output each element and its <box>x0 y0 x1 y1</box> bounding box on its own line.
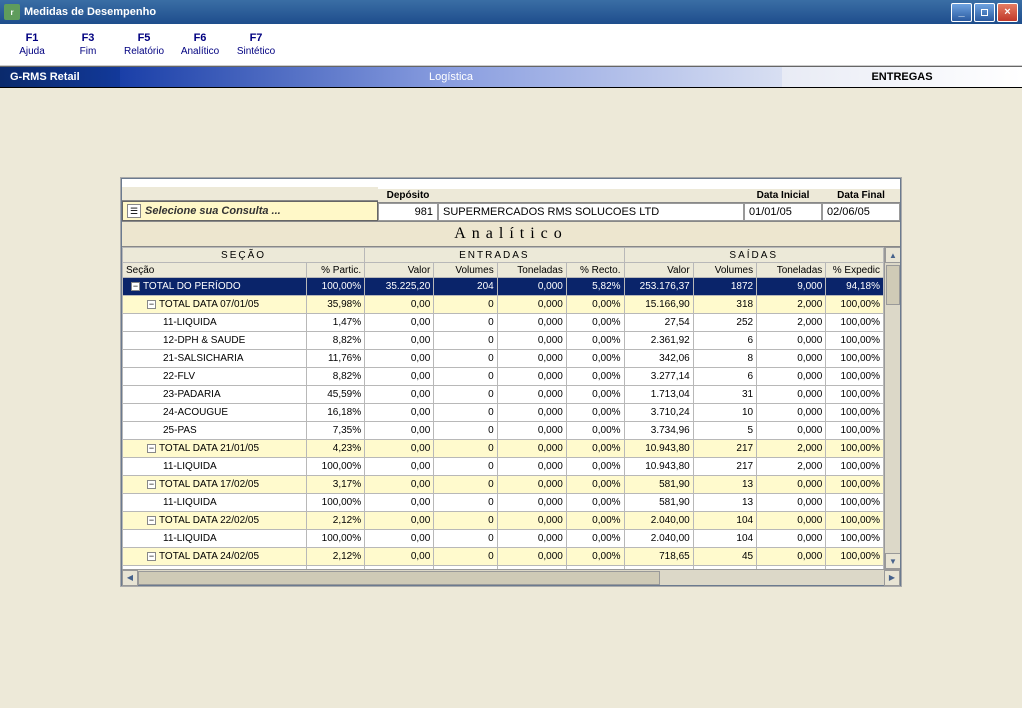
tree-toggle-icon[interactable]: − <box>147 444 156 453</box>
fkey-f1[interactable]: F1Ajuda <box>4 28 60 61</box>
table-row[interactable]: −TOTAL DATA 22/02/052,12%0,0000,0000,00%… <box>123 512 884 530</box>
list-icon: ☰ <box>127 204 141 218</box>
table-row[interactable]: 12-DPH & SAUDE8,82%0,0000,0000,00%2.361,… <box>123 332 884 350</box>
col-header[interactable]: Toneladas <box>497 263 566 278</box>
header-band: G-RMS Retail Logística ENTREGAS <box>0 66 1022 88</box>
col-header[interactable]: % Expedic <box>826 263 884 278</box>
table-row[interactable]: 11-LIQUIDA1,47%0,0000,0000,00%27,542522,… <box>123 314 884 332</box>
table-row[interactable]: 11-LIQUIDA100,00%0,0000,0000,00%2.040,00… <box>123 530 884 548</box>
data-inicial-header: Data Inicial <box>744 189 822 203</box>
col-header[interactable]: Valor <box>365 263 434 278</box>
window-titlebar: r Medidas de Desempenho _ × <box>0 0 1022 24</box>
tree-toggle-icon[interactable]: − <box>147 300 156 309</box>
restore-button[interactable] <box>974 3 995 22</box>
data-grid: SEÇÃO ENTRADAS SAÍDAS Seção% Partic.Valo… <box>122 247 900 569</box>
vertical-scrollbar[interactable]: ▲ ▼ <box>884 247 900 569</box>
report-title: Analítico <box>122 221 900 247</box>
col-header[interactable]: Toneladas <box>757 263 826 278</box>
scroll-right-icon[interactable]: ▶ <box>884 570 900 586</box>
col-header[interactable]: Valor <box>624 263 693 278</box>
fkey-f3[interactable]: F3Fim <box>60 28 116 61</box>
tree-toggle-icon[interactable]: − <box>131 282 140 291</box>
report-panel: ☰ Selecione sua Consulta ... Depósito Da… <box>121 178 901 586</box>
consulta-selector[interactable]: ☰ Selecione sua Consulta ... <box>122 201 378 221</box>
scroll-left-icon[interactable]: ◀ <box>122 570 138 586</box>
band-left: G-RMS Retail <box>0 67 120 87</box>
table-row[interactable]: 21-SALSICHARIA11,76%0,0000,0000,00%342,0… <box>123 350 884 368</box>
table-row[interactable]: 25-PAS7,35%0,0000,0000,00%3.734,9650,000… <box>123 422 884 440</box>
deposito-name-input[interactable] <box>438 203 744 221</box>
group-saidas[interactable]: SAÍDAS <box>624 248 883 263</box>
minimize-button[interactable]: _ <box>951 3 972 22</box>
table-row[interactable]: 11-LIQUIDA100,00%0,0000,0000,00%581,9013… <box>123 494 884 512</box>
tree-toggle-icon[interactable]: − <box>147 552 156 561</box>
data-inicial-input[interactable] <box>744 203 822 221</box>
col-header[interactable]: Volumes <box>693 263 756 278</box>
table-row[interactable]: 11-LIQUIDA100,00%0,0000,0000,00%10.943,8… <box>123 458 884 476</box>
deposito-header: Depósito <box>378 189 438 203</box>
tree-toggle-icon[interactable]: − <box>147 516 156 525</box>
table-row[interactable]: 24-ACOUGUE16,18%0,0000,0000,00%3.710,241… <box>123 404 884 422</box>
table-row[interactable]: −TOTAL DATA 21/01/054,23%0,0000,0000,00%… <box>123 440 884 458</box>
fkey-f7[interactable]: F7Sintético <box>228 28 284 61</box>
data-final-header: Data Final <box>822 189 900 203</box>
fkey-toolbar: F1AjudaF3FimF5RelatórioF6AnalíticoF7Sint… <box>0 24 1022 66</box>
vscroll-thumb[interactable] <box>886 265 900 305</box>
scroll-up-icon[interactable]: ▲ <box>885 247 900 263</box>
deposito-code-input[interactable] <box>378 203 438 221</box>
scroll-down-icon[interactable]: ▼ <box>885 553 900 569</box>
fkey-f6[interactable]: F6Analítico <box>172 28 228 61</box>
close-button[interactable]: × <box>997 3 1018 22</box>
table-row[interactable]: 11-LIQUIDA100,00%0,0000,0000,00%718,6545… <box>123 566 884 570</box>
band-right: ENTREGAS <box>782 67 1022 87</box>
table-row[interactable]: −TOTAL DO PERÍODO100,00%35.225,202040,00… <box>123 278 884 296</box>
table-row[interactable]: 22-FLV8,82%0,0000,0000,00%3.277,1460,000… <box>123 368 884 386</box>
consulta-label: Selecione sua Consulta ... <box>145 205 281 217</box>
table-row[interactable]: −TOTAL DATA 07/01/0535,98%0,0000,0000,00… <box>123 296 884 314</box>
table-row[interactable]: −TOTAL DATA 17/02/053,17%0,0000,0000,00%… <box>123 476 884 494</box>
fkey-f5[interactable]: F5Relatório <box>116 28 172 61</box>
table-row[interactable]: −TOTAL DATA 24/02/052,12%0,0000,0000,00%… <box>123 548 884 566</box>
window-title: Medidas de Desempenho <box>24 6 949 18</box>
data-final-input[interactable] <box>822 203 900 221</box>
params-row: ☰ Selecione sua Consulta ... Depósito Da… <box>122 179 900 221</box>
horizontal-scrollbar[interactable]: ◀ ▶ <box>122 569 900 585</box>
col-header[interactable]: % Recto. <box>566 263 624 278</box>
col-header[interactable]: Seção <box>123 263 307 278</box>
table-row[interactable]: 23-PADARIA45,59%0,0000,0000,00%1.713,043… <box>123 386 884 404</box>
hscroll-thumb[interactable] <box>138 571 660 585</box>
col-header[interactable]: Volumes <box>434 263 497 278</box>
band-mid: Logística <box>120 67 782 87</box>
tree-toggle-icon[interactable]: − <box>147 480 156 489</box>
col-header[interactable]: % Partic. <box>307 263 365 278</box>
group-secao[interactable]: SEÇÃO <box>123 248 365 263</box>
app-icon: r <box>4 4 20 20</box>
group-entradas[interactable]: ENTRADAS <box>365 248 624 263</box>
